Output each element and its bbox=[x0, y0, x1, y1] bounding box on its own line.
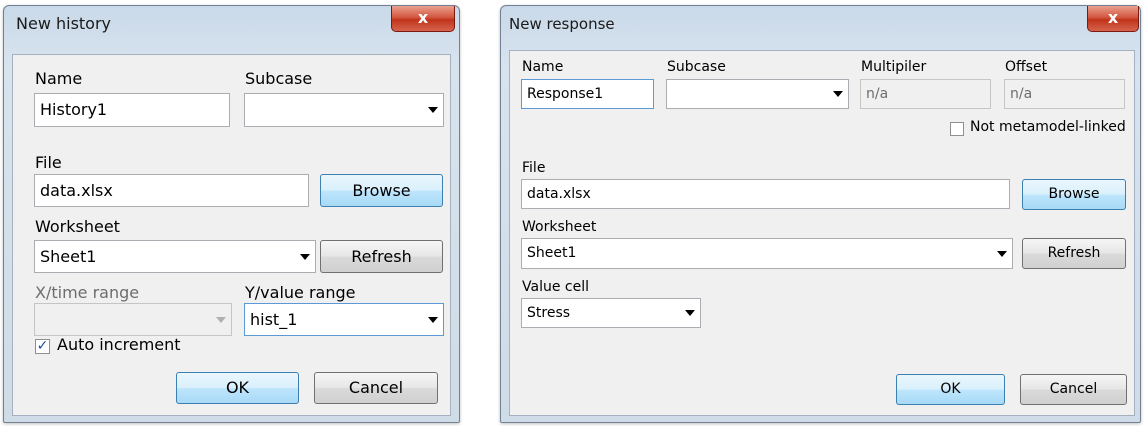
not-metamodel-linked-checkbox[interactable] bbox=[950, 122, 964, 136]
offset-input: n/a bbox=[1004, 79, 1125, 109]
response-worksheet-select[interactable]: Sheet1 bbox=[521, 238, 1013, 269]
history-ok-button[interactable]: OK bbox=[176, 372, 299, 404]
response-file-label: File bbox=[522, 160, 546, 176]
history-y-range-value: hist_1 bbox=[250, 310, 298, 329]
response-subcase-select[interactable] bbox=[666, 79, 849, 109]
history-form-panel: Name History1 Subcase File data.xlsx Bro… bbox=[12, 54, 451, 416]
history-file-label: File bbox=[35, 153, 62, 172]
history-y-range-label: Y/value range bbox=[245, 283, 356, 302]
offset-label: Offset bbox=[1005, 59, 1048, 75]
history-worksheet-label: Worksheet bbox=[35, 217, 120, 236]
history-close-button[interactable]: x bbox=[391, 6, 455, 32]
dropdown-caret-icon bbox=[833, 91, 843, 97]
new-history-dialog: New history x Name History1 Subcase File… bbox=[3, 5, 460, 423]
value-cell-value: Stress bbox=[527, 305, 571, 321]
response-worksheet-value: Sheet1 bbox=[527, 245, 577, 261]
response-close-button[interactable]: x bbox=[1087, 6, 1139, 32]
multiplier-input: n/a bbox=[860, 79, 991, 109]
history-x-range-select bbox=[34, 303, 232, 336]
history-browse-button[interactable]: Browse bbox=[320, 174, 443, 207]
not-metamodel-linked-label[interactable]: Not metamodel-linked bbox=[970, 119, 1126, 135]
history-y-range-select[interactable]: hist_1 bbox=[244, 303, 444, 336]
response-form-panel: Name Response1 Subcase Multipiler n/a Of… bbox=[509, 50, 1135, 416]
history-dialog-title: New history bbox=[16, 14, 112, 33]
history-file-input[interactable]: data.xlsx bbox=[34, 174, 309, 207]
history-cancel-button[interactable]: Cancel bbox=[314, 372, 438, 404]
history-subcase-select[interactable] bbox=[244, 93, 444, 127]
value-cell-select[interactable]: Stress bbox=[521, 298, 701, 328]
response-worksheet-label: Worksheet bbox=[522, 219, 597, 235]
history-worksheet-select[interactable]: Sheet1 bbox=[34, 240, 316, 273]
dropdown-caret-icon bbox=[428, 316, 438, 323]
value-cell-label: Value cell bbox=[522, 279, 589, 295]
history-subcase-label: Subcase bbox=[245, 69, 313, 88]
response-dialog-title: New response bbox=[509, 15, 615, 33]
response-refresh-button[interactable]: Refresh bbox=[1022, 238, 1126, 269]
dropdown-caret-icon bbox=[216, 316, 226, 323]
response-name-label: Name bbox=[522, 59, 564, 75]
dropdown-caret-icon bbox=[997, 250, 1007, 257]
response-subcase-label: Subcase bbox=[667, 59, 726, 75]
dropdown-caret-icon bbox=[685, 310, 695, 316]
response-cancel-button[interactable]: Cancel bbox=[1020, 374, 1127, 405]
close-icon: x bbox=[417, 8, 429, 27]
response-ok-button[interactable]: OK bbox=[896, 374, 1005, 405]
checkmark-icon: ✓ bbox=[36, 338, 49, 354]
auto-increment-checkbox[interactable]: ✓ bbox=[35, 339, 50, 354]
dropdown-caret-icon bbox=[428, 107, 438, 113]
history-name-input[interactable]: History1 bbox=[34, 93, 230, 127]
response-browse-button[interactable]: Browse bbox=[1022, 179, 1126, 210]
new-response-dialog: New response x Name Response1 Subcase Mu… bbox=[500, 5, 1141, 423]
close-icon: x bbox=[1107, 8, 1119, 27]
multiplier-label: Multipiler bbox=[861, 59, 927, 75]
history-refresh-button[interactable]: Refresh bbox=[320, 240, 443, 273]
auto-increment-label[interactable]: Auto increment bbox=[57, 335, 181, 354]
response-name-input[interactable]: Response1 bbox=[521, 79, 654, 109]
dropdown-caret-icon bbox=[300, 253, 310, 260]
history-x-range-label: X/time range bbox=[35, 283, 140, 302]
history-worksheet-value: Sheet1 bbox=[40, 247, 97, 266]
history-name-label: Name bbox=[35, 69, 83, 88]
response-file-input[interactable]: data.xlsx bbox=[521, 179, 1010, 209]
